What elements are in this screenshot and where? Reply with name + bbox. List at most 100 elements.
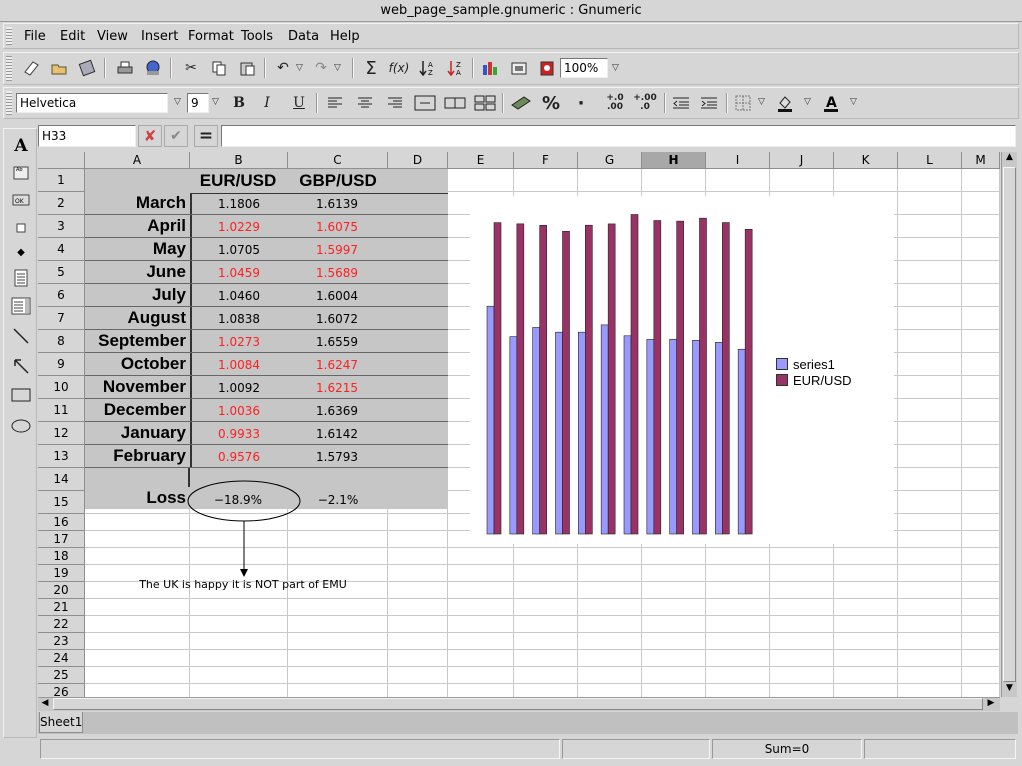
row-header-17[interactable]: 17 <box>38 531 85 548</box>
bar-series1-may[interactable] <box>532 327 540 535</box>
bar-series1-october[interactable] <box>646 339 655 535</box>
column-header-m[interactable]: M <box>962 152 1000 169</box>
list-tool-icon[interactable] <box>10 267 32 289</box>
gbp-usd-cell[interactable]: 1.5997 <box>288 243 386 257</box>
bar-eurusd-december[interactable] <box>699 217 707 535</box>
column-header-e[interactable]: E <box>448 152 514 169</box>
scroll-left-icon[interactable]: ◀ <box>38 698 52 711</box>
bar-series1-february[interactable] <box>737 348 746 535</box>
italic-button[interactable]: I <box>256 92 278 114</box>
row-header-21[interactable]: 21 <box>38 599 85 616</box>
vertical-scrollbar[interactable]: ▲ ▼ <box>1001 152 1017 697</box>
gbp-usd-cell[interactable]: 1.6072 <box>288 312 386 326</box>
row-header-15[interactable]: 15 <box>38 491 85 514</box>
format-toolbar-grip[interactable] <box>6 91 12 115</box>
split-cells-icon[interactable] <box>474 92 496 114</box>
bar-series1-december[interactable] <box>692 340 700 535</box>
menu-data[interactable]: Data <box>288 24 319 50</box>
gbp-usd-cell[interactable]: 1.6215 <box>288 381 386 395</box>
month-cell[interactable]: August <box>85 308 188 328</box>
row-header-11[interactable]: 11 <box>38 399 85 422</box>
chart-icon[interactable] <box>480 57 502 79</box>
gbp-usd-cell[interactable]: 1.5689 <box>288 266 386 280</box>
insert-image-icon[interactable] <box>508 57 530 79</box>
menu-edit[interactable]: Edit <box>60 24 85 50</box>
undo-icon[interactable]: ↶ <box>272 57 294 79</box>
bar-series1-january[interactable] <box>715 342 723 535</box>
new-file-icon[interactable] <box>20 57 42 79</box>
scroll-right-icon[interactable]: ▶ <box>984 698 998 711</box>
eur-usd-cell[interactable]: 1.1806 <box>190 197 288 211</box>
row-header-9[interactable]: 9 <box>38 353 85 376</box>
formula-input[interactable] <box>221 125 1016 147</box>
column-header-k[interactable]: K <box>834 152 898 169</box>
row-header-1[interactable]: 1 <box>38 169 85 192</box>
arrow-tool-icon[interactable] <box>10 355 32 377</box>
spreadsheet-grid[interactable]: ABCDEFGHIJKLM 1 2 3 4 5 6 7 8 9 10 11 12 13 14 15 16 17 1… <box>38 152 1000 697</box>
row-header-19[interactable]: 19 <box>38 565 85 582</box>
decrease-indent-icon[interactable] <box>670 92 692 114</box>
menu-help[interactable]: Help <box>330 24 360 50</box>
gbp-usd-cell[interactable]: 1.6142 <box>288 427 386 441</box>
copy-icon[interactable] <box>208 57 230 79</box>
align-left-icon[interactable] <box>324 92 346 114</box>
combo-tool-icon[interactable] <box>10 295 32 317</box>
bar-series1-march[interactable] <box>486 305 495 535</box>
percent-format-button[interactable]: % <box>540 92 562 114</box>
ellipse-tool-icon[interactable] <box>10 415 32 437</box>
menu-insert[interactable]: Insert <box>141 24 178 50</box>
sort-descending-icon[interactable]: ZA <box>444 57 466 79</box>
bar-eurusd-october[interactable] <box>653 220 662 535</box>
bar-eurusd-may[interactable] <box>539 225 547 535</box>
font-name-select[interactable]: Helvetica <box>16 93 168 113</box>
print-icon[interactable] <box>114 57 136 79</box>
sort-ascending-icon[interactable]: AZ <box>416 57 438 79</box>
month-cell[interactable]: February <box>85 446 188 466</box>
fill-color-icon[interactable] <box>774 92 796 114</box>
save-icon[interactable] <box>76 57 98 79</box>
row-header-4[interactable]: 4 <box>38 238 85 261</box>
month-cell[interactable]: November <box>85 377 188 397</box>
row-header-26[interactable]: 26 <box>38 684 85 697</box>
column-header-f[interactable]: F <box>514 152 578 169</box>
rectangle-tool-icon[interactable] <box>10 384 32 406</box>
month-cell[interactable]: May <box>85 239 188 259</box>
increase-decimals-button[interactable]: +.0 .00 <box>602 92 628 114</box>
gbp-usd-cell[interactable]: 1.6559 <box>288 335 386 349</box>
bar-series1-september[interactable] <box>623 335 632 535</box>
borders-icon[interactable] <box>732 92 754 114</box>
annotation-callout[interactable] <box>178 478 308 582</box>
font-size-select[interactable]: 9 <box>187 93 209 113</box>
gbp-usd-cell[interactable]: 1.6139 <box>288 197 386 211</box>
bar-series1-july[interactable] <box>578 331 586 535</box>
accept-edit-icon[interactable]: ✔ <box>164 125 188 147</box>
menu-tools[interactable]: Tools <box>241 24 273 50</box>
button-tool-icon[interactable]: OK <box>10 189 32 211</box>
row-header-14[interactable]: 14 <box>38 468 85 491</box>
borders-dropdown-icon[interactable]: ▽ <box>758 97 765 107</box>
cut-icon[interactable]: ✂ <box>180 57 202 79</box>
eur-usd-cell[interactable]: 1.0459 <box>190 266 288 280</box>
gbp-usd-cell[interactable]: 1.6004 <box>288 289 386 303</box>
month-cell[interactable]: June <box>85 262 188 282</box>
eur-usd-cell[interactable]: 0.9933 <box>190 427 288 441</box>
row-header-16[interactable]: 16 <box>38 514 85 531</box>
paste-icon[interactable] <box>236 57 258 79</box>
row-header-23[interactable]: 23 <box>38 633 85 650</box>
month-cell[interactable]: December <box>85 400 188 420</box>
autosum-icon[interactable]: Σ <box>360 57 382 79</box>
bar-eurusd-august[interactable] <box>607 223 616 535</box>
row-header-22[interactable]: 22 <box>38 616 85 633</box>
row-header-6[interactable]: 6 <box>38 284 85 307</box>
chart-area[interactable]: series1 EUR/USD <box>470 196 894 544</box>
eur-usd-cell[interactable]: 1.0084 <box>190 358 288 372</box>
bar-eurusd-september[interactable] <box>630 214 639 535</box>
decrease-decimals-button[interactable]: +.00 .0 <box>632 92 658 114</box>
bar-eurusd-february[interactable] <box>744 228 753 535</box>
row-header-3[interactable]: 3 <box>38 215 85 238</box>
bar-series1-june[interactable] <box>555 331 563 535</box>
month-cell[interactable]: January <box>85 423 188 443</box>
equals-button[interactable]: = <box>194 125 218 147</box>
bar-eurusd-april[interactable] <box>516 223 525 535</box>
gbp-usd-cell[interactable]: 1.6075 <box>288 220 386 234</box>
